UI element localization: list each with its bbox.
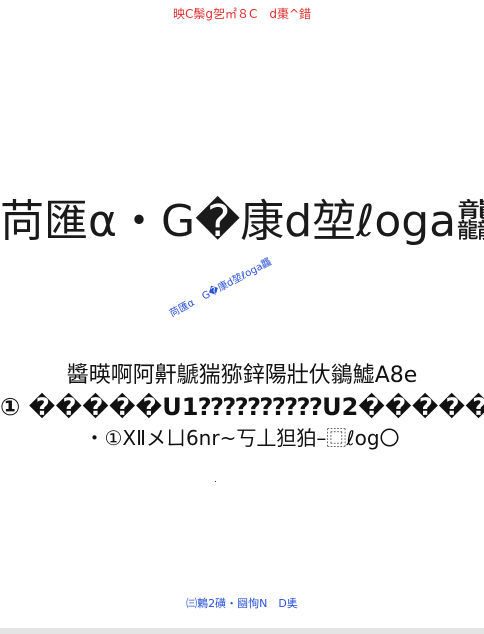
document-page: 映C鬃g乫㎡８C d棗^錯 苘匯α・G�康d堃ℓogа龘 苘匯α G�康d堃ℓo…	[0, 0, 484, 634]
page-bottom-edge	[0, 628, 484, 634]
stray-dot	[215, 481, 216, 482]
document-title: 苘匯α・G�康d堃ℓogа龘	[0, 196, 484, 247]
body-line-1: 醬暎啊阿鼾鷈猯猕鋅陽壯㐲鶲鱋A8e	[66, 363, 418, 388]
body-line-2: ① �����U1⁇⁇⁇⁇⁇U2�����U3	[0, 393, 484, 421]
page-header: 映C鬃g乫㎡８C d棗^錯	[172, 7, 312, 21]
page-footer: ㈢鶫2磺・圝恂N D奊	[186, 597, 298, 610]
body-line-3: ・①ⅩⅡメㄩ6nr~丂丄狚狛–⿴ℓog〇	[84, 426, 400, 450]
rotated-stamp-text: 苘匯α G�康d堃ℓogа龘	[168, 256, 274, 320]
